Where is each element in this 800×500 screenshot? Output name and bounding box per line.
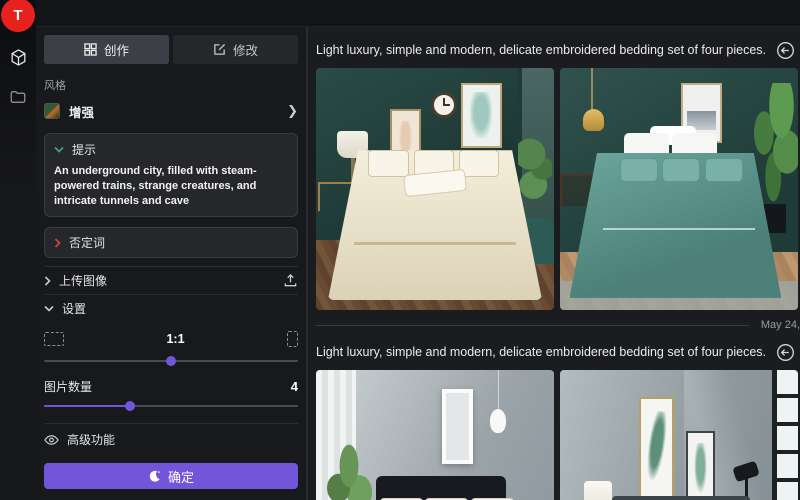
decor [662,158,700,182]
upload-icon[interactable] [283,273,298,288]
generated-image-2[interactable] [560,68,798,310]
reuse-prompt-button[interactable] [776,343,795,362]
generation-prompt-text: Light luxury, simple and modern, delicat… [316,43,766,57]
negative-words-card[interactable]: 否定词 [44,227,298,258]
generated-image-1[interactable] [316,68,554,310]
generation-prompt-row: Light luxury, simple and modern, delicat… [316,40,800,60]
slider-fill [44,405,130,407]
decor [620,158,658,182]
advanced-features-row[interactable]: 高级功能 [44,423,298,455]
decor [603,228,755,230]
decor [584,481,613,500]
style-section-label: 风格 [44,77,298,93]
decor [498,370,499,411]
decor [354,242,516,245]
portrait-ratio-icon[interactable] [287,331,298,347]
chevron-right-icon [44,276,51,286]
generation-prompt-text: Light luxury, simple and modern, delicat… [316,345,766,359]
advanced-features-label: 高级功能 [67,431,115,448]
cube-icon [9,48,28,67]
aspect-ratio-value: 1:1 [64,332,287,346]
slider-thumb[interactable] [166,356,176,366]
decor [461,83,501,148]
tab-modify[interactable]: 修改 [173,35,298,64]
results-feed: Light luxury, simple and modern, delicat… [310,27,800,500]
top-strip [36,0,800,27]
eye-icon [44,434,59,446]
settings-header-row[interactable]: 设置 [44,294,298,322]
prompt-section-label: 提示 [72,141,96,158]
reuse-prompt-button[interactable] [776,41,795,60]
app-logo[interactable]: T [1,0,35,32]
slider-thumb[interactable] [125,401,135,411]
confirm-button[interactable]: 确定 [44,463,298,489]
image-count-value: 4 [291,379,298,394]
decor [376,476,507,500]
landscape-ratio-icon[interactable] [44,332,64,346]
divider-line [316,325,749,326]
crescent-moon-icon [148,470,161,483]
settings-label: 设置 [62,300,86,317]
chevron-down-icon [44,305,54,312]
image-count-row: 图片数量 4 [44,377,298,395]
mode-tabs: 创作 修改 [44,35,298,64]
folder-icon [9,88,27,106]
negative-words-label: 否定词 [69,234,105,251]
date-label: May 24, [761,319,800,331]
aspect-ratio-control: 1:1 [44,328,298,350]
tab-create-label: 创作 [104,40,129,59]
chevron-right-icon: ❯ [287,103,298,119]
generated-image-4[interactable] [560,370,798,500]
tab-modify-label: 修改 [233,40,258,59]
folder-nav-button[interactable] [0,82,36,112]
image-row [316,370,800,500]
cube-nav-button[interactable] [0,42,36,72]
image-count-label: 图片数量 [44,378,92,395]
edit-icon [213,43,226,56]
decor [583,109,604,131]
decor [368,150,408,177]
tab-create[interactable]: 创作 [44,35,169,64]
upload-image-row[interactable]: 上传图像 [44,266,298,294]
decor [518,136,551,209]
decor [591,68,593,112]
prompt-card[interactable]: 提示 An underground city, filled with stea… [44,133,298,217]
decor [772,370,798,500]
aspect-ratio-slider[interactable] [44,354,298,368]
style-value: 增强 [69,102,287,121]
decor [686,431,715,500]
date-divider-row: May 24, [316,317,800,333]
decor [639,397,675,500]
chevron-down-icon [54,146,64,153]
style-selector[interactable]: 增强 ❯ [44,99,298,123]
decor [442,389,473,464]
decor [612,496,750,500]
confirm-button-label: 确定 [168,467,194,486]
generation-panel: 创作 修改 风格 增强 ❯ 提示 An underground city, fi… [36,27,308,500]
style-thumbnail [44,103,60,119]
left-icon-rail: T [0,0,36,500]
upload-image-label: 上传图像 [59,272,107,289]
decor [490,409,507,433]
prompt-value[interactable]: An underground city, filled with steam-p… [54,164,288,209]
chevron-right-icon [54,238,61,248]
decor [323,443,375,500]
decor [705,158,743,182]
generated-image-3[interactable] [316,370,554,500]
image-row [316,68,800,310]
generation-prompt-row: Light luxury, simple and modern, delicat… [316,342,800,362]
image-count-slider[interactable] [44,399,298,413]
grid-icon [84,43,97,56]
